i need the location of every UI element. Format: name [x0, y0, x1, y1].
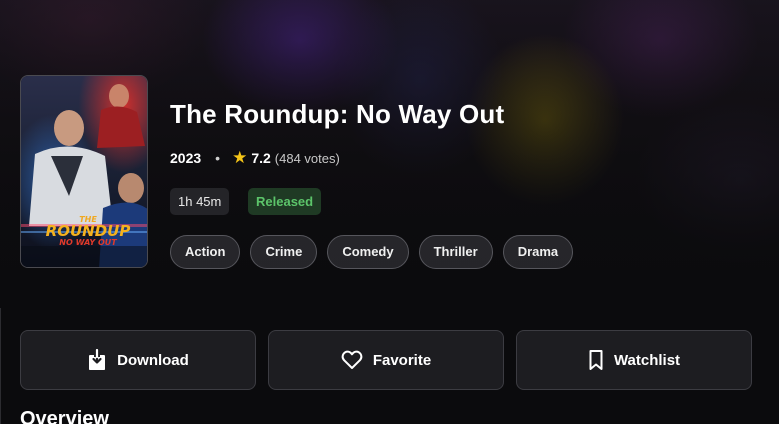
download-icon	[87, 349, 107, 371]
bookmark-icon	[588, 349, 604, 371]
overview-heading: Overview	[20, 408, 109, 424]
movie-poster[interactable]: THE ROUNDUP NO WAY OUT	[20, 75, 148, 268]
download-label: Download	[117, 351, 189, 369]
genre-chip[interactable]: Drama	[502, 235, 574, 269]
favorite-label: Favorite	[372, 351, 432, 369]
movie-meta: 2023 • ★ 7.2 (484 votes)	[170, 148, 340, 168]
runtime-badge: 1h 45m	[170, 188, 230, 215]
movie-detail-page: THE ROUNDUP NO WAY OUT The Roundup: No W…	[0, 0, 779, 424]
rating-value: 7.2	[251, 150, 271, 166]
heart-icon	[341, 350, 363, 370]
genre-chip[interactable]: Comedy	[327, 235, 409, 269]
release-year: 2023	[170, 150, 202, 166]
divider	[0, 308, 1, 424]
vote-count: (484 votes)	[274, 150, 340, 166]
star-icon: ★	[232, 148, 248, 167]
genre-list: Action Crime Comedy Thriller Drama	[170, 235, 574, 269]
download-button[interactable]: Download	[20, 330, 256, 390]
action-bar: Download Favorite Watchlist	[20, 330, 752, 390]
poster-title-line: NO WAY OUT	[59, 238, 117, 247]
watchlist-button[interactable]: Watchlist	[516, 330, 752, 390]
meta-separator: •	[215, 150, 221, 166]
genre-chip[interactable]: Action	[170, 235, 241, 269]
status-badge: Released	[248, 188, 322, 215]
genre-chip[interactable]: Thriller	[418, 235, 493, 269]
favorite-button[interactable]: Favorite	[268, 330, 504, 390]
watchlist-label: Watchlist	[613, 351, 681, 369]
movie-title: The Roundup: No Way Out	[170, 99, 505, 129]
poster-title: THE ROUNDUP NO WAY OUT	[43, 216, 133, 247]
poster-title-line: ROUNDUP	[45, 222, 131, 240]
genre-chip[interactable]: Crime	[250, 235, 318, 269]
